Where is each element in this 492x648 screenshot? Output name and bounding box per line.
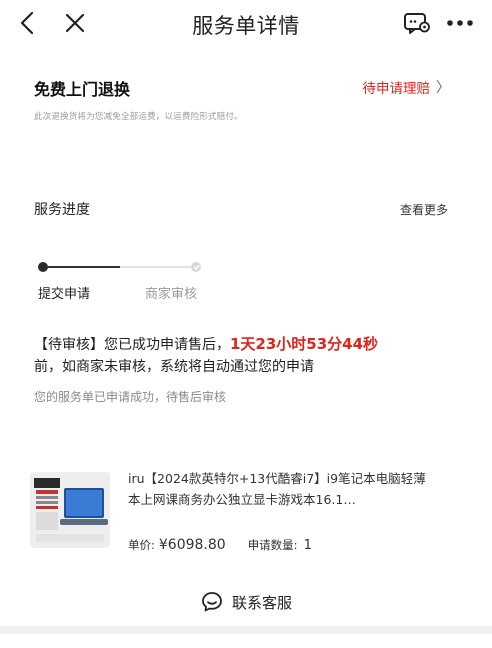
page: 服务单详情 免费上门退换 待申请理赔 〉 此次退换货将为您减免全部运费，以运费险… bbox=[0, 0, 492, 648]
service-description: 此次退换货将为您减免全部运费，以运费险形式赔付。 bbox=[34, 112, 243, 122]
unit-price: ¥6098.80 bbox=[158, 537, 226, 553]
step-label-review: 商家审核 bbox=[145, 287, 198, 302]
laptop-image bbox=[30, 472, 110, 548]
progress-title: 服务进度 bbox=[34, 202, 90, 218]
more-dots-icon bbox=[447, 20, 473, 26]
top-bar: 服务单详情 bbox=[0, 0, 492, 46]
claim-link[interactable]: 待申请理赔 〉 bbox=[363, 77, 451, 97]
product-title[interactable]: iru【2024款英特尔+13代酷睿i7】i9笔记本电脑轻薄本上网课商务办公独立… bbox=[128, 468, 428, 510]
contact-service-label: 联系客服 bbox=[231, 593, 292, 612]
message-button[interactable] bbox=[402, 10, 432, 36]
sub-notice: 您的服务单已申请成功，待售后审核 bbox=[34, 390, 227, 404]
product-image[interactable] bbox=[30, 472, 110, 548]
apply-quantity: 1 bbox=[303, 538, 312, 553]
countdown-timer: 1天23小时53分44秒 bbox=[230, 335, 379, 353]
step-pending-check-icon bbox=[191, 262, 201, 272]
chevron-right-icon: 〉 bbox=[436, 80, 450, 96]
view-more-link[interactable]: 查看更多 bbox=[400, 201, 448, 218]
step-done-dot bbox=[38, 262, 48, 272]
customer-service-icon bbox=[202, 592, 222, 612]
notice-suffix: 前，如商家未审核，系统将自动通过您的申请 bbox=[34, 359, 314, 375]
price-label: 单价: bbox=[128, 538, 155, 552]
more-button[interactable] bbox=[444, 10, 476, 36]
qty-label: 申请数量: bbox=[247, 538, 298, 552]
bottom-divider bbox=[0, 626, 492, 634]
service-type-title: 免费上门退换 bbox=[34, 80, 131, 99]
message-settings-icon bbox=[404, 13, 430, 34]
claim-label: 待申请理赔 bbox=[362, 81, 431, 97]
contact-service-button[interactable]: 联系客服 bbox=[0, 590, 492, 614]
notice-prefix: 【待审核】您已成功申请售后， bbox=[34, 337, 230, 353]
progress-line-pending bbox=[120, 266, 192, 268]
price-row: 单价: ¥6098.80 申请数量: 1 bbox=[128, 537, 312, 553]
progress-line-done bbox=[46, 266, 120, 268]
step-label-submit: 提交申请 bbox=[38, 287, 91, 302]
review-notice: 【待审核】您已成功申请售后，1天23小时53分44秒 前，如商家未审核，系统将自… bbox=[34, 333, 464, 378]
